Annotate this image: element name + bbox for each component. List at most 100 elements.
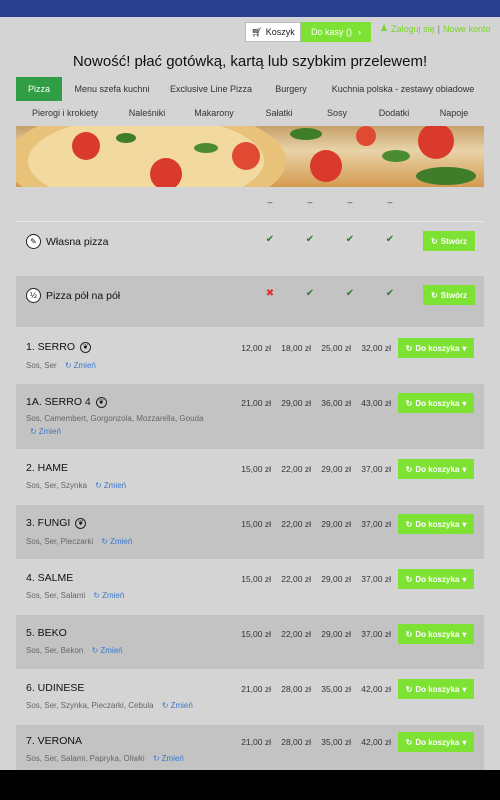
add-to-cart-label: Do koszyka <box>415 684 460 694</box>
caret-down-icon: ▾ <box>462 519 467 529</box>
product-ingredients: Sos, Ser, Salami, Papryka, Oliwki ↻ Zmień <box>26 752 184 765</box>
tab-burgery[interactable]: Burgery <box>260 77 322 101</box>
refresh-icon: ↻ <box>91 646 99 655</box>
refresh-icon: ↻ <box>405 684 413 694</box>
change-ingredients-link[interactable]: ↻ Zmień <box>30 425 61 438</box>
refresh-icon: ↻ <box>30 427 37 436</box>
tab-sosy[interactable]: Sosy <box>310 104 364 122</box>
tab-makarony[interactable]: Makarony <box>180 104 248 122</box>
product-name: 7. VERONA <box>26 735 83 747</box>
pizza-illustration <box>16 126 476 187</box>
price-size-4: 37,00 zł <box>361 629 391 639</box>
add-to-cart-button[interactable]: ↻ Do koszyka ▾ <box>398 338 474 358</box>
create-pizza-button[interactable]: ↻ Stwórz <box>423 231 475 251</box>
add-to-cart-button[interactable]: ↻ Do koszyka ▾ <box>398 393 474 413</box>
caret-down-icon: ▾ <box>462 684 467 694</box>
add-to-cart-button[interactable]: ↻ Do koszyka ▾ <box>398 679 474 699</box>
cart-icon: 🛒︎ <box>251 26 263 37</box>
product-ingredients: Sos, Ser, Salami ↻ Zmień <box>26 589 124 602</box>
promo-headline: Nowość! płać gotówką, kartą lub szybkim … <box>72 53 428 70</box>
login-link[interactable]: Zaloguj się <box>391 24 435 34</box>
tab-dodatki[interactable]: Dodatki <box>364 104 424 122</box>
refresh-icon: ↻ <box>95 481 102 490</box>
product-row: 1. SERRO ❦ Sos, Ser ↻ Zmień 12,00 zł 18,0… <box>16 328 484 383</box>
price-size-1: 15,00 zł <box>241 574 271 584</box>
tab-pierogi[interactable]: Pierogi i krokiety <box>16 104 114 122</box>
product-row: 1A. SERRO 4 ❦ Sos, Camembert, Gorgonzola… <box>16 384 484 449</box>
price-size-2: 28,00 zł <box>281 684 311 694</box>
price-size-1: 15,00 zł <box>241 519 271 529</box>
add-to-cart-label: Do koszyka <box>415 629 460 639</box>
pencil-icon: ✎ <box>26 234 41 249</box>
caret-down-icon: ▾ <box>462 737 467 747</box>
tab-kuchnia-polska[interactable]: Kuchnia polska - zestawy obiadowe <box>322 77 484 101</box>
tab-napoje[interactable]: Napoje <box>424 104 484 122</box>
change-label: Zmień <box>161 754 184 763</box>
register-link[interactable]: Nowe konto <box>443 24 491 34</box>
half-half-icon: ½ <box>26 288 41 303</box>
product-name: 3. FUNGI <box>26 517 71 529</box>
custom-pizza-row: ✎ Własna pizza ✔ ✔ ✔ ✔ ↻ Stwórz <box>16 222 484 275</box>
change-ingredients-link[interactable]: ↻ Zmień <box>153 752 184 765</box>
price-size-2: 18,00 zł <box>281 343 311 353</box>
available-check-icon: ✔ <box>385 234 395 245</box>
bottom-bar <box>0 770 500 800</box>
unavailable-x-icon: ✖ <box>265 288 275 299</box>
product-ingredients: Sos, Ser ↻ Zmień <box>26 359 96 372</box>
add-to-cart-button[interactable]: ↻ Do koszyka ▾ <box>398 514 474 534</box>
vegetarian-leaf-icon: ❦ <box>80 341 92 353</box>
create-label: Stwórz <box>440 290 467 300</box>
price-size-1: 15,00 zł <box>241 464 271 474</box>
cart-button[interactable]: 🛒︎ Koszyk <box>245 22 301 42</box>
product-ingredients: Sos, Camembert, Gorgonzola, Mozzarella, … <box>26 412 236 438</box>
change-ingredients-link[interactable]: ↻ Zmień <box>92 644 123 657</box>
refresh-icon: ↻ <box>64 361 72 370</box>
product-row: 7. VERONA Sos, Ser, Salami, Papryka, Oli… <box>16 725 484 770</box>
change-ingredients-link[interactable]: ↻ Zmień <box>95 479 126 492</box>
price-size-1: 21,00 zł <box>241 684 271 694</box>
caret-down-icon: ▾ <box>462 629 467 639</box>
change-label: Zmień <box>110 537 133 546</box>
price-size-3: 29,00 zł <box>321 464 351 474</box>
change-ingredients-link[interactable]: ↻ Zmień <box>65 359 96 372</box>
refresh-icon: ↻ <box>405 464 413 474</box>
price-size-4: 37,00 zł <box>361 574 391 584</box>
size-label-1: – <box>267 197 273 207</box>
tab-nalesniki[interactable]: Naleśniki <box>114 104 180 122</box>
pizza-banner-image <box>16 126 484 187</box>
refresh-icon: ↻ <box>405 737 413 747</box>
category-nav-row2: Pierogi i krokiety Naleśniki Makarony Sa… <box>16 104 484 122</box>
custom-pizza-title: ✎ Własna pizza <box>26 234 108 249</box>
cart-group: 🛒︎ Koszyk Do kasy () › <box>245 22 371 42</box>
refresh-icon: ↻ <box>405 398 413 408</box>
tab-salatki[interactable]: Sałatki <box>248 104 310 122</box>
size-label-3: – <box>347 197 353 207</box>
price-size-4: 37,00 zł <box>361 519 391 529</box>
size-label-4: – <box>387 197 393 207</box>
refresh-icon: ↻ <box>405 574 413 584</box>
tab-exclusive-line-pizza[interactable]: Exclusive Line Pizza <box>162 77 260 101</box>
price-size-1: 21,00 zł <box>241 737 271 747</box>
add-to-cart-button[interactable]: ↻ Do koszyka ▾ <box>398 624 474 644</box>
add-to-cart-button[interactable]: ↻ Do koszyka ▾ <box>398 732 474 752</box>
refresh-icon: ↻ <box>405 343 413 353</box>
available-check-icon: ✔ <box>305 234 315 245</box>
change-ingredients-link[interactable]: ↻ Zmień <box>101 535 132 548</box>
tab-pizza[interactable]: Pizza <box>16 77 62 101</box>
ingredients-text: Sos, Ser, Szynka <box>26 481 87 490</box>
price-size-3: 36,00 zł <box>321 398 351 408</box>
available-check-icon: ✔ <box>345 234 355 245</box>
change-ingredients-link[interactable]: ↻ Zmień <box>93 589 124 602</box>
add-to-cart-button[interactable]: ↻ Do koszyka ▾ <box>398 459 474 479</box>
tab-menu-szefa-kuchni[interactable]: Menu szefa kuchni <box>62 77 162 101</box>
add-to-cart-button[interactable]: ↻ Do koszyka ▾ <box>398 569 474 589</box>
caret-down-icon: ▾ <box>462 398 467 408</box>
size-header-row: – – – – <box>16 197 484 211</box>
change-ingredients-link[interactable]: ↻ Zmień <box>162 699 193 712</box>
product-name: 2. HAME <box>26 462 69 474</box>
change-label: Zmień <box>38 427 61 436</box>
checkout-button[interactable]: Do kasy () › <box>301 22 371 42</box>
create-half-half-button[interactable]: ↻ Stwórz <box>423 285 475 305</box>
size-label-2: – <box>307 197 313 207</box>
ingredients-text: Sos, Ser <box>26 361 57 370</box>
